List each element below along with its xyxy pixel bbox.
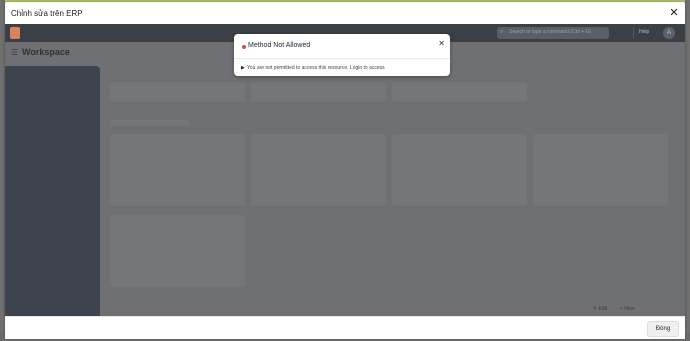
help-menu[interactable]: Help: [639, 29, 649, 35]
modal-title: Chỉnh sửa trên ERP: [11, 9, 83, 18]
alert-close-icon[interactable]: ✕: [438, 39, 445, 48]
placeholder-card: [392, 134, 527, 206]
placeholder-heading: [110, 120, 190, 126]
search-icon: ⌕: [500, 29, 504, 35]
search-input[interactable]: ⌕ Search or type a command (Ctrl + G): [497, 27, 609, 39]
menu-icon[interactable]: ☰: [11, 48, 18, 57]
avatar[interactable]: A: [663, 27, 675, 39]
error-indicator-dot: [242, 45, 246, 49]
close-button[interactable]: Đóng: [647, 321, 679, 337]
placeholder-card: [251, 82, 386, 102]
search-placeholder: Search or type a command (Ctrl + G): [509, 29, 592, 35]
alert-message: You are not permitted to access this res…: [247, 65, 385, 71]
workspace-content-placeholder: [105, 70, 680, 316]
new-button[interactable]: + New: [620, 306, 634, 312]
close-icon[interactable]: ✕: [667, 6, 681, 20]
modal-footer: Đóng: [5, 316, 685, 339]
placeholder-card: [110, 215, 245, 287]
placeholder-card: [251, 134, 386, 206]
placeholder-card: [110, 82, 245, 102]
error-alert-dialog: Method Not Allowed ✕ ▶ You are not permi…: [234, 34, 450, 76]
alert-title: Method Not Allowed: [248, 42, 311, 49]
erp-sidebar: [5, 66, 100, 316]
page-background-right: [685, 0, 690, 341]
placeholder-card: [533, 134, 668, 206]
placeholder-card: [110, 134, 245, 206]
navbar-divider: [633, 27, 634, 39]
alert-divider: [234, 58, 450, 59]
erp-logo[interactable]: [10, 27, 20, 39]
page-title: Workspace: [22, 47, 70, 57]
edit-button[interactable]: ✎ Edit: [593, 306, 607, 312]
placeholder-card: [392, 82, 527, 102]
disclosure-caret-icon[interactable]: ▶: [241, 65, 245, 71]
modal-header: Chỉnh sửa trên ERP ✕: [5, 2, 685, 25]
